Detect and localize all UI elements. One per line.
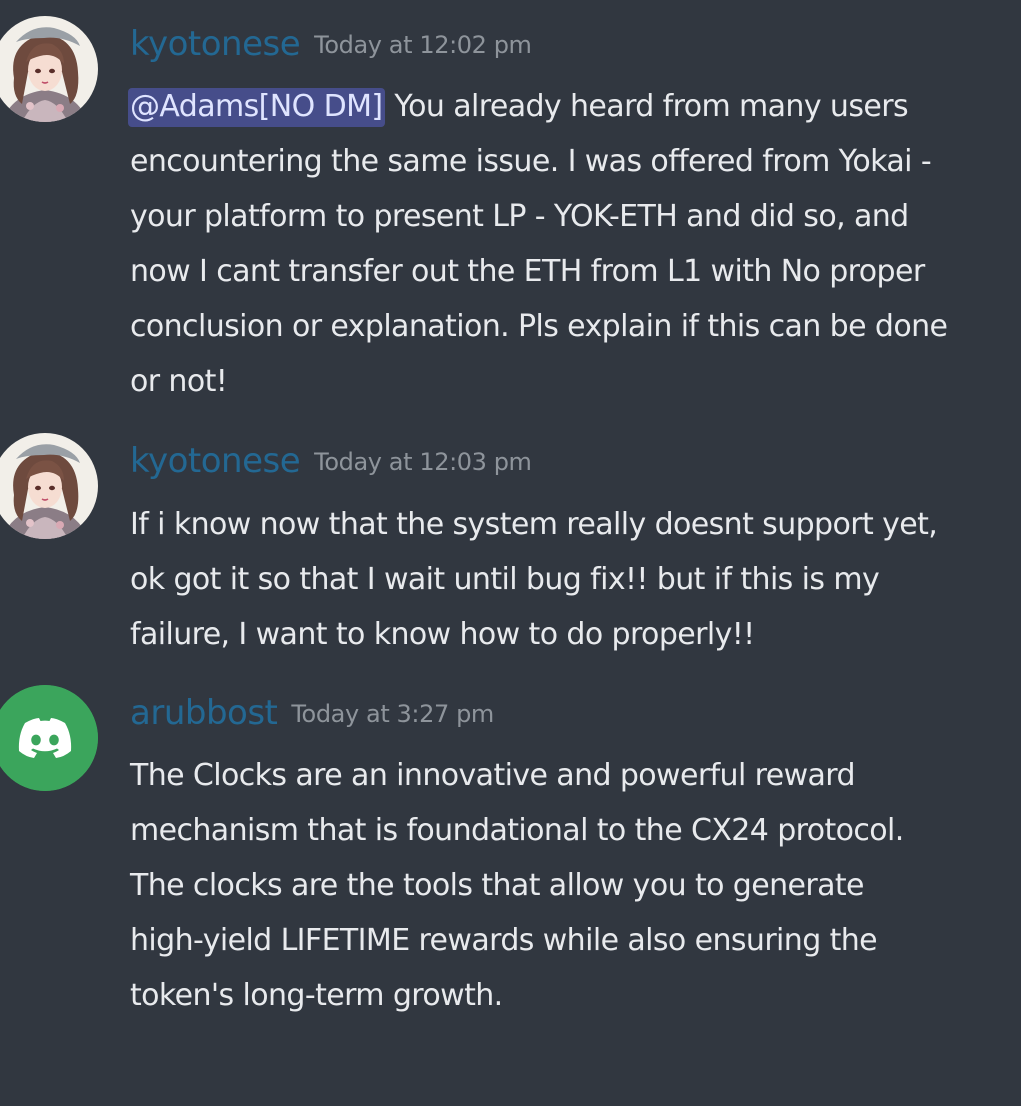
user-avatar[interactable] — [0, 16, 98, 122]
message-timestamp[interactable]: Today at 12:02 pm — [314, 31, 532, 59]
message-timestamp[interactable]: Today at 12:03 pm — [314, 448, 532, 476]
message-line: now I cant transfer out the ETH from L1 … — [130, 254, 925, 289]
author-name[interactable]: kyotonese — [130, 24, 301, 64]
message-line: your platform to present LP - YOK-ETH an… — [130, 199, 909, 234]
user-avatar[interactable] — [0, 685, 98, 791]
message-line: conclusion or explanation. Pls explain i… — [130, 309, 948, 344]
message-line: or not! — [130, 364, 228, 399]
author-name[interactable]: kyotonese — [130, 441, 301, 481]
message-content: If i know now that the system really doe… — [130, 497, 1020, 662]
message-line: @Adams[NO DM] You already heard from man… — [128, 79, 1020, 134]
message-line: mechanism that is foundational to the CX… — [130, 813, 904, 848]
message: arubbost Today at 3:27 pm The Clocks are … — [0, 672, 1021, 1032]
message-header: kyotonese Today at 12:03 pm — [130, 441, 532, 481]
discord-logo-icon — [0, 685, 98, 791]
message-line: If i know now that the system really doe… — [130, 507, 938, 542]
message-line: ok got it so that I wait until bug fix!!… — [130, 562, 880, 597]
message-line: encountering the same issue. I was offer… — [130, 144, 932, 179]
message: kyotonese Today at 12:02 pm @Adams[NO DM]… — [0, 0, 1021, 410]
anime-girl-avatar-icon — [0, 16, 98, 122]
user-mention[interactable]: @Adams[NO DM] — [128, 88, 386, 127]
message-line: The clocks are the tools that allow you … — [130, 868, 865, 903]
message-content: @Adams[NO DM] You already heard from man… — [128, 79, 1020, 409]
message-text: You already heard from many users — [385, 89, 908, 124]
message-header: arubbost Today at 3:27 pm — [130, 693, 494, 733]
author-name[interactable]: arubbost — [130, 693, 278, 733]
message-line: token's long-term growth. — [130, 978, 503, 1013]
message-timestamp[interactable]: Today at 3:27 pm — [291, 700, 494, 728]
user-avatar[interactable] — [0, 433, 98, 539]
message: kyotonese Today at 12:03 pm If i know now… — [0, 420, 1021, 670]
message-content: The Clocks are an innovative and powerfu… — [130, 748, 1020, 1023]
message-line: high-yield LIFETIME rewards while also e… — [130, 923, 878, 958]
message-line: The Clocks are an innovative and powerfu… — [130, 758, 856, 793]
message-header: kyotonese Today at 12:02 pm — [130, 24, 532, 64]
message-line: failure, I want to know how to do proper… — [130, 617, 755, 652]
anime-girl-avatar-icon — [0, 433, 98, 539]
